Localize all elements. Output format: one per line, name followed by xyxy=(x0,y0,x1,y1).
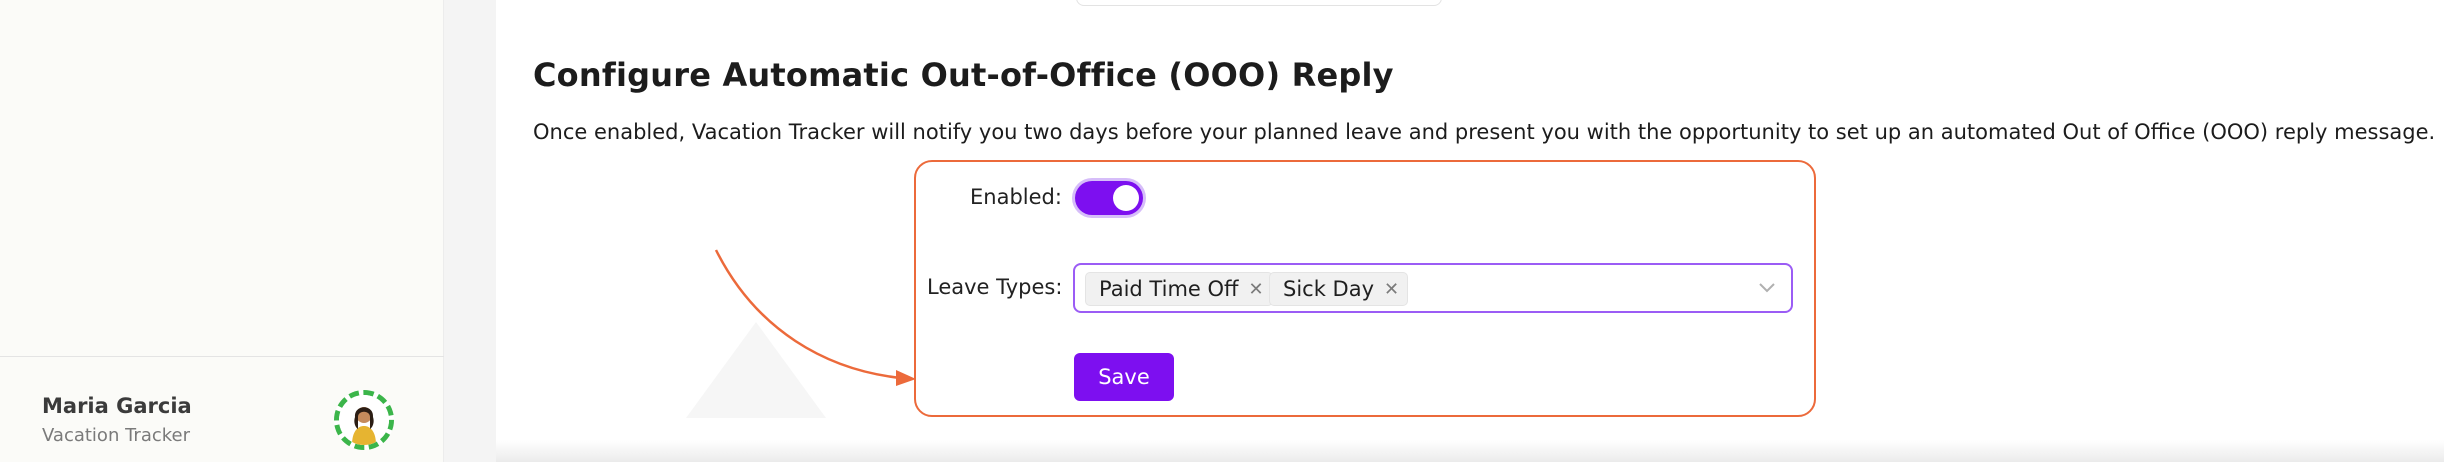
sidebar: Maria Garcia Vacation Tracker xyxy=(0,0,444,462)
app-window: Maria Garcia Vacation Tracker Configure … xyxy=(0,0,2444,462)
enabled-label: Enabled: xyxy=(970,185,1062,209)
tag-label: Paid Time Off xyxy=(1099,277,1239,301)
sidebar-divider xyxy=(0,356,444,357)
leave-type-tag-paid-time-off: Paid Time Off ✕ xyxy=(1085,272,1273,306)
enabled-toggle[interactable] xyxy=(1072,178,1146,218)
user-name: Maria Garcia xyxy=(42,394,192,418)
toggle-track xyxy=(1075,181,1143,215)
layout-gutter xyxy=(444,0,496,462)
user-avatar-icon[interactable] xyxy=(334,390,394,450)
leave-types-label: Leave Types: xyxy=(927,275,1063,299)
toggle-knob xyxy=(1113,185,1139,211)
chevron-down-icon[interactable] xyxy=(1757,277,1777,297)
close-icon[interactable]: ✕ xyxy=(1249,279,1264,300)
bottom-scroll-fade xyxy=(496,440,2444,462)
close-icon[interactable]: ✕ xyxy=(1384,279,1399,300)
pointer-arrow-icon xyxy=(714,249,916,386)
previous-section-input[interactable] xyxy=(1076,0,1442,6)
main-content: Configure Automatic Out-of-Office (OOO) … xyxy=(496,0,2444,462)
save-button[interactable]: Save xyxy=(1074,353,1174,401)
leave-type-tag-sick-day: Sick Day ✕ xyxy=(1269,272,1409,306)
tag-label: Sick Day xyxy=(1283,277,1375,301)
page-title: Configure Automatic Out-of-Office (OOO) … xyxy=(533,56,1394,94)
leave-types-select[interactable]: Paid Time Off ✕ Sick Day ✕ xyxy=(1073,263,1793,313)
avatar-portrait-icon xyxy=(339,395,389,445)
user-subtitle: Vacation Tracker xyxy=(42,425,191,446)
section-description: Once enabled, Vacation Tracker will noti… xyxy=(533,120,2436,144)
